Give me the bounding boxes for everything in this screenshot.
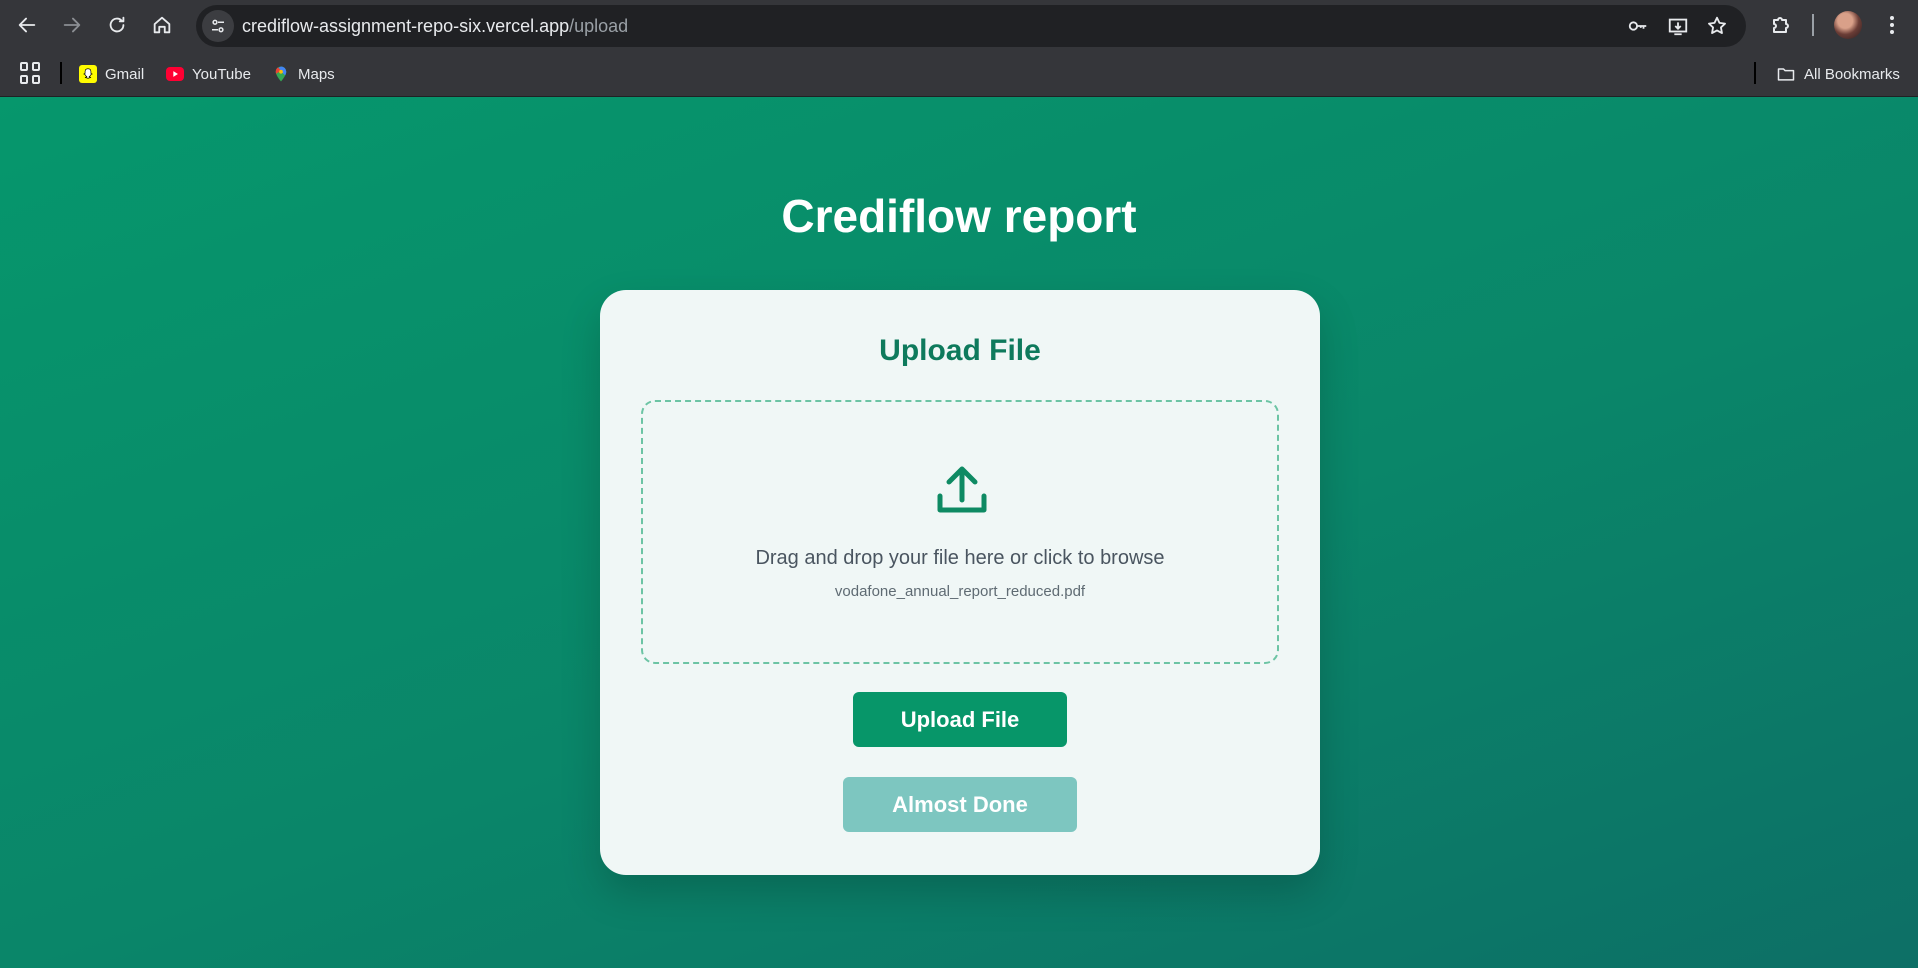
upload-card: Upload File Drag and drop your file here… <box>600 290 1320 875</box>
home-icon <box>153 16 171 34</box>
back-button[interactable] <box>11 9 43 41</box>
bookmarks-bar: Gmail YouTube Maps All Bookmarks <box>0 50 1918 97</box>
reload-icon <box>109 16 125 33</box>
bookmark-label: Gmail <box>105 65 145 83</box>
bookmarks-divider <box>60 62 62 84</box>
bookmark-youtube[interactable]: YouTube <box>166 61 251 87</box>
url-host: crediflow-assignment-repo-six.vercel.app <box>242 16 570 36</box>
profile-avatar[interactable] <box>1834 11 1862 39</box>
key-icon <box>1628 21 1647 31</box>
apps-grid-icon[interactable] <box>20 62 42 84</box>
upload-icon <box>937 466 987 513</box>
site-settings-button[interactable] <box>202 10 234 42</box>
folder-icon <box>1777 68 1795 81</box>
bookmark-star-button[interactable] <box>1705 14 1729 38</box>
menu-button[interactable] <box>1880 13 1904 37</box>
address-bar[interactable]: crediflow-assignment-repo-six.vercel.app… <box>196 5 1746 47</box>
upload-file-button[interactable]: Upload File <box>853 692 1067 747</box>
all-bookmarks-label: All Bookmarks <box>1804 65 1900 83</box>
card-title: Upload File <box>879 334 1041 367</box>
arrow-right-icon <box>63 17 81 33</box>
file-dropzone[interactable]: Drag and drop your file here or click to… <box>641 400 1279 664</box>
puzzle-icon <box>1773 17 1789 33</box>
maps-icon <box>272 65 290 83</box>
home-button[interactable] <box>146 9 178 41</box>
star-icon <box>1708 16 1726 34</box>
reload-button[interactable] <box>101 9 133 41</box>
youtube-icon <box>166 67 184 81</box>
kebab-menu-icon <box>1890 16 1894 34</box>
snapchat-icon <box>79 65 97 83</box>
all-bookmarks-button[interactable]: All Bookmarks <box>1776 61 1900 87</box>
selected-file-name: vodafone_annual_report_reduced.pdf <box>834 583 1086 600</box>
arrow-left-icon <box>18 17 36 33</box>
browser-toolbar: crediflow-assignment-repo-six.vercel.app… <box>0 0 1918 50</box>
almost-done-button[interactable]: Almost Done <box>843 777 1077 832</box>
tune-icon <box>212 19 224 33</box>
dropzone-prompt: Drag and drop your file here or click to… <box>755 547 1165 569</box>
bookmark-label: Maps <box>298 65 335 83</box>
password-key-button[interactable] <box>1626 14 1650 38</box>
bookmark-label: YouTube <box>192 65 251 83</box>
page-title: Crediflow report <box>781 190 1137 242</box>
url-path: /upload <box>569 16 629 36</box>
page-background: Crediflow report Upload File Drag and dr… <box>0 97 1918 968</box>
bookmark-maps[interactable]: Maps <box>272 61 335 87</box>
url-text[interactable]: crediflow-assignment-repo-six.vercel.app… <box>242 5 628 47</box>
toolbar-divider <box>1812 14 1814 36</box>
extensions-button[interactable] <box>1769 13 1793 37</box>
forward-button[interactable] <box>56 9 88 41</box>
bookmark-gmail[interactable]: Gmail <box>79 61 144 87</box>
install-icon <box>1668 18 1688 36</box>
install-app-button[interactable] <box>1666 14 1690 38</box>
bookmarks-divider <box>1754 62 1756 84</box>
